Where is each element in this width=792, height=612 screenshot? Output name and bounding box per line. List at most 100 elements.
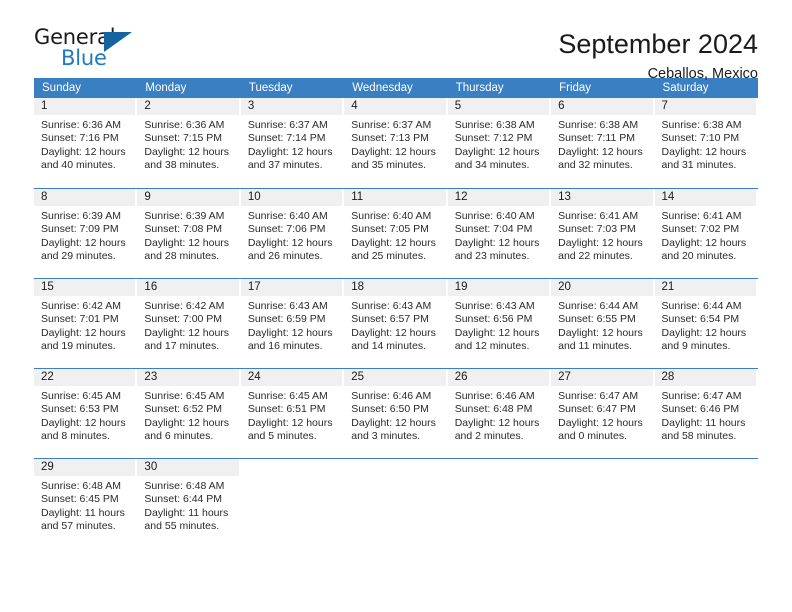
calendar-day-cell[interactable]: 17 Sunrise: 6:43 AM Sunset: 6:59 PM Dayligh… [240,279,344,363]
daylight-text: Daylight: 12 hours [558,416,643,429]
calendar-day-cell[interactable]: 25 Sunrise: 6:46 AM Sunset: 6:50 PM Dayligh… [344,369,447,453]
calendar-day-cell[interactable]: 22 Sunrise: 6:45 AM Sunset: 6:53 PM Dayligh… [34,369,137,453]
day-number-band: 2 [137,98,239,115]
sunset-text: Sunset: 7:13 PM [351,132,429,145]
day-number: 7 [661,100,668,112]
page-header: General Blue September 2024 Ceballos, Me… [0,0,792,83]
daylight-text: and 8 minutes. [41,430,110,443]
sunset-text: Sunset: 6:46 PM [661,403,740,416]
daylight-text: Daylight: 12 hours [661,145,747,158]
sunset-text: Sunset: 7:03 PM [558,223,636,236]
day-number-band: 26 [447,369,550,386]
daylight-text: Daylight: 12 hours [41,326,126,339]
daylight-text: and 23 minutes. [454,250,530,263]
daylight-text: Daylight: 12 hours [351,145,436,158]
sunset-text: Sunset: 6:57 PM [351,313,429,326]
calendar-day-cell[interactable]: 28 Sunrise: 6:47 AM Sunset: 6:46 PM Dayligh… [654,369,758,453]
day-number-band: 14 [654,189,756,206]
day-detail-lines: Sunrise: 6:38 AM Sunset: 7:12 PM Daylight:… [448,115,551,173]
day-number: 29 [41,461,54,473]
sunrise-text: Sunrise: 6:41 AM [661,210,742,222]
calendar-day-cell[interactable]: 7 Sunrise: 6:38 AM Sunset: 7:10 PM Daylight… [654,98,758,183]
daylight-text: and 3 minutes. [351,430,421,443]
blue-triangle-icon [104,32,132,52]
calendar-day-cell[interactable]: 11 Sunrise: 6:40 AM Sunset: 7:05 PM Dayligh… [344,189,447,273]
sunrise-text: Sunrise: 6:42 AM [41,300,121,312]
day-detail-lines: Sunrise: 6:46 AM Sunset: 6:48 PM Daylight:… [448,386,551,444]
calendar-week-row: 15 Sunrise: 6:42 AM Sunset: 7:01 PM Dayligh… [34,278,758,363]
calendar-day-cell[interactable]: 26 Sunrise: 6:46 AM Sunset: 6:48 PM Dayligh… [447,369,551,453]
calendar-day-cell[interactable]: 2 Sunrise: 6:36 AM Sunset: 7:15 PM Daylight… [137,98,240,183]
daylight-text: and 57 minutes. [41,520,116,533]
daylight-text: Daylight: 11 hours [661,416,746,429]
daylight-text: and 25 minutes. [351,250,426,263]
sunrise-text: Sunrise: 6:46 AM [351,390,432,402]
calendar-day-cell[interactable]: 1 Sunrise: 6:36 AM Sunset: 7:16 PM Daylight… [34,98,137,183]
general-blue-logo[interactable]: General Blue [34,27,142,75]
calendar-day-cell[interactable]: 20 Sunrise: 6:44 AM Sunset: 6:55 PM Dayligh… [551,279,654,363]
sunset-text: Sunset: 7:09 PM [41,223,119,236]
daylight-text: Daylight: 12 hours [144,236,230,249]
day-number-band: 10 [240,189,343,206]
day-number-band: 25 [344,369,446,386]
calendar-week-row: 29 Sunrise: 6:48 AM Sunset: 6:45 PM Dayligh… [34,458,758,543]
daylight-text: Daylight: 12 hours [661,236,747,249]
calendar-grid: Sunday Monday Tuesday Wednesday Thursday Frid… [34,78,758,543]
calendar-day-cell[interactable]: 19 Sunrise: 6:43 AM Sunset: 6:56 PM Dayligh… [447,279,551,363]
calendar-day-cell[interactable]: 30 Sunrise: 6:48 AM Sunset: 6:44 PM Dayligh… [137,459,240,543]
daylight-text: and 17 minutes. [144,340,220,353]
daylight-text: Daylight: 12 hours [351,416,436,429]
day-detail-lines [551,476,654,480]
sunset-text: Sunset: 7:01 PM [41,313,119,326]
day-number-band [551,459,652,476]
sunrise-text: Sunrise: 6:44 AM [661,300,742,312]
daylight-text: Daylight: 12 hours [247,416,333,429]
calendar-day-cell[interactable]: 15 Sunrise: 6:42 AM Sunset: 7:01 PM Dayligh… [34,279,137,363]
day-number: 25 [351,371,365,383]
sunset-text: Sunset: 6:51 PM [247,403,326,416]
calendar-day-cell[interactable]: 23 Sunrise: 6:45 AM Sunset: 6:52 PM Dayligh… [137,369,240,453]
day-detail-lines: Sunrise: 6:46 AM Sunset: 6:50 PM Daylight:… [344,386,447,444]
day-detail-lines: Sunrise: 6:48 AM Sunset: 6:44 PM Daylight:… [137,476,240,534]
sunset-text: Sunset: 7:06 PM [247,223,326,236]
day-number: 22 [41,371,54,383]
calendar-day-cell[interactable]: 9 Sunrise: 6:39 AM Sunset: 7:08 PM Daylight… [137,189,240,273]
day-number: 24 [247,371,261,383]
day-number: 16 [144,281,158,293]
day-detail-lines [344,476,447,480]
calendar-day-cell[interactable]: 3 Sunrise: 6:37 AM Sunset: 7:14 PM Daylight… [240,98,344,183]
calendar-day-cell[interactable]: 8 Sunrise: 6:39 AM Sunset: 7:09 PM Daylight… [34,189,137,273]
day-number: 20 [558,281,571,293]
sunset-text: Sunset: 7:14 PM [247,132,326,145]
calendar-day-cell[interactable]: 24 Sunrise: 6:45 AM Sunset: 6:51 PM Dayligh… [240,369,344,453]
daylight-text: and 26 minutes. [247,250,323,263]
calendar-day-cell[interactable]: 13 Sunrise: 6:41 AM Sunset: 7:03 PM Dayligh… [551,189,654,273]
day-number: 6 [558,100,565,112]
daylight-text: and 14 minutes. [351,340,426,353]
daylight-text: Daylight: 12 hours [558,236,643,249]
daylight-text: and 38 minutes. [144,159,220,172]
day-number: 23 [144,371,158,383]
sunset-text: Sunset: 7:02 PM [661,223,740,236]
sunset-text: Sunset: 6:47 PM [558,403,636,416]
daylight-text: and 6 minutes. [144,430,214,443]
calendar-day-cell[interactable]: 16 Sunrise: 6:42 AM Sunset: 7:00 PM Dayligh… [137,279,240,363]
calendar-day-cell[interactable]: 10 Sunrise: 6:40 AM Sunset: 7:06 PM Dayligh… [240,189,344,273]
calendar-day-cell[interactable]: 12 Sunrise: 6:40 AM Sunset: 7:04 PM Dayligh… [447,189,551,273]
calendar-week-row: 22 Sunrise: 6:45 AM Sunset: 6:53 PM Dayligh… [34,368,758,453]
calendar-day-cell[interactable]: 4 Sunrise: 6:37 AM Sunset: 7:13 PM Daylight… [344,98,447,183]
calendar-day-empty [241,459,344,543]
calendar-day-cell[interactable]: 27 Sunrise: 6:47 AM Sunset: 6:47 PM Dayligh… [551,369,654,453]
calendar-week-row: 1 Sunrise: 6:36 AM Sunset: 7:16 PM Daylight… [34,98,758,183]
day-number-band [655,459,756,476]
calendar-day-cell[interactable]: 6 Sunrise: 6:38 AM Sunset: 7:11 PM Daylight… [551,98,654,183]
day-number: 5 [454,100,462,112]
calendar-day-cell[interactable]: 29 Sunrise: 6:48 AM Sunset: 6:45 PM Dayligh… [34,459,137,543]
calendar-day-cell[interactable]: 5 Sunrise: 6:38 AM Sunset: 7:12 PM Daylight… [447,98,551,183]
calendar-day-cell[interactable]: 14 Sunrise: 6:41 AM Sunset: 7:02 PM Dayligh… [654,189,758,273]
sunset-text: Sunset: 7:11 PM [558,132,635,145]
calendar-day-cell[interactable]: 21 Sunrise: 6:44 AM Sunset: 6:54 PM Dayligh… [654,279,758,363]
sunrise-text: Sunrise: 6:37 AM [351,119,432,131]
sunset-text: Sunset: 7:05 PM [351,223,429,236]
calendar-day-cell[interactable]: 18 Sunrise: 6:43 AM Sunset: 6:57 PM Dayligh… [344,279,447,363]
